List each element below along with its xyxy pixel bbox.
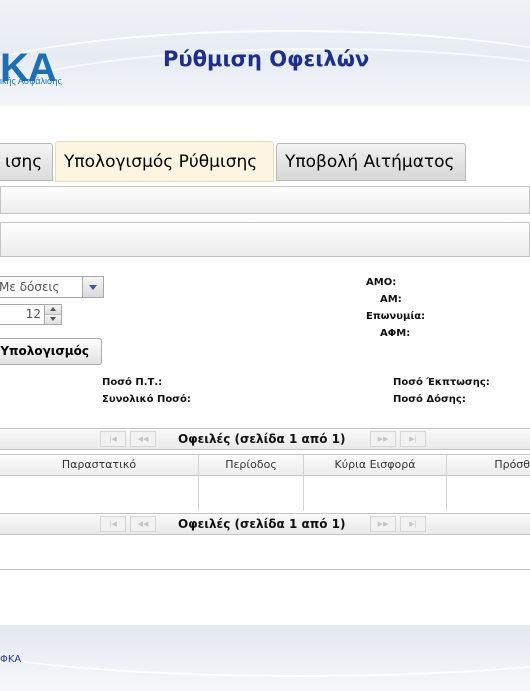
column-header-period[interactable]: Περίοδος [199, 455, 303, 475]
calculate-button[interactable]: Υπολογισμός [0, 338, 102, 365]
first-page-icon[interactable]: |◀ [100, 516, 126, 532]
chevron-down-icon[interactable] [82, 277, 103, 297]
section-header-bar [0, 222, 530, 257]
footer-swoosh [0, 625, 530, 677]
page-title: Ρύθμιση Οφειλών [163, 47, 370, 71]
section-header-bar [0, 186, 530, 214]
stepper-up-icon[interactable] [45, 305, 61, 315]
installment-amount-label: Ποσό Δόσης: [393, 394, 466, 405]
grid-pager-bottom: |◀ ◀◀ Οφειλές (σελίδα 1 από 1) ▶▶ ▶| [0, 513, 530, 535]
tab-debts[interactable]: ισης [0, 143, 53, 181]
first-page-icon[interactable]: |◀ [100, 431, 126, 447]
pager-title: Οφειλές (σελίδα 1 από 1) [178, 432, 346, 446]
stepper-down-icon[interactable] [45, 315, 61, 324]
page-footer: ΦΚΑ [0, 625, 530, 691]
tab-calculate-settlement[interactable]: Υπολογισμός Ρύθμισης [55, 141, 274, 182]
pt-amount-label: Ποσό Π.Τ.: [102, 377, 163, 388]
discount-amount-label: Ποσό Έκπτωσης: [393, 377, 490, 388]
prev-page-icon[interactable]: ◀◀ [130, 431, 156, 447]
total-amount-label: Συνολικό Ποσό: [102, 394, 191, 405]
footer-text: ΦΚΑ [0, 654, 22, 665]
grid-body [0, 476, 530, 511]
installments-value: 12 [25, 307, 41, 321]
logo-subtitle: ικής Ασφάλισης [0, 76, 62, 86]
column-header-main-contribution[interactable]: Κύρια Εισφορά [304, 455, 446, 475]
last-page-icon[interactable]: ▶| [400, 516, 426, 532]
pager-title: Οφειλές (σελίδα 1 από 1) [178, 517, 346, 531]
column-divider [303, 454, 304, 511]
installments-stepper[interactable]: 12 [0, 304, 62, 325]
column-header-additional[interactable]: Πρόσθ [447, 455, 530, 475]
installment-type-select[interactable]: Με δόσεις [0, 276, 104, 298]
tab-submit-request[interactable]: Υποβολή Αιτήματος [276, 143, 466, 181]
next-page-icon[interactable]: ▶▶ [370, 431, 396, 447]
installment-type-value: Με δόσεις [0, 280, 60, 294]
next-page-icon[interactable]: ▶▶ [370, 516, 396, 532]
stepper-buttons [44, 305, 61, 324]
divider [0, 569, 530, 570]
last-page-icon[interactable]: ▶| [400, 431, 426, 447]
prev-page-icon[interactable]: ◀◀ [130, 516, 156, 532]
afm-label: ΑΦΜ: [380, 328, 411, 339]
column-divider [446, 454, 447, 511]
grid-pager-top: |◀ ◀◀ Οφειλές (σελίδα 1 από 1) ▶▶ ▶| [0, 428, 530, 450]
grid-header: Παραστατικό Περίοδος Κύρια Εισφορά Πρόσθ [0, 454, 530, 476]
page-header: ΚΑ ικής Ασφάλισης Ρύθμιση Οφειλών [0, 0, 530, 106]
column-divider [198, 454, 199, 511]
name-label: Επωνυμία: [366, 311, 426, 322]
column-header-document[interactable]: Παραστατικό [0, 455, 198, 475]
amo-label: ΑΜΟ: [366, 277, 397, 288]
am-label: ΑΜ: [380, 294, 402, 305]
